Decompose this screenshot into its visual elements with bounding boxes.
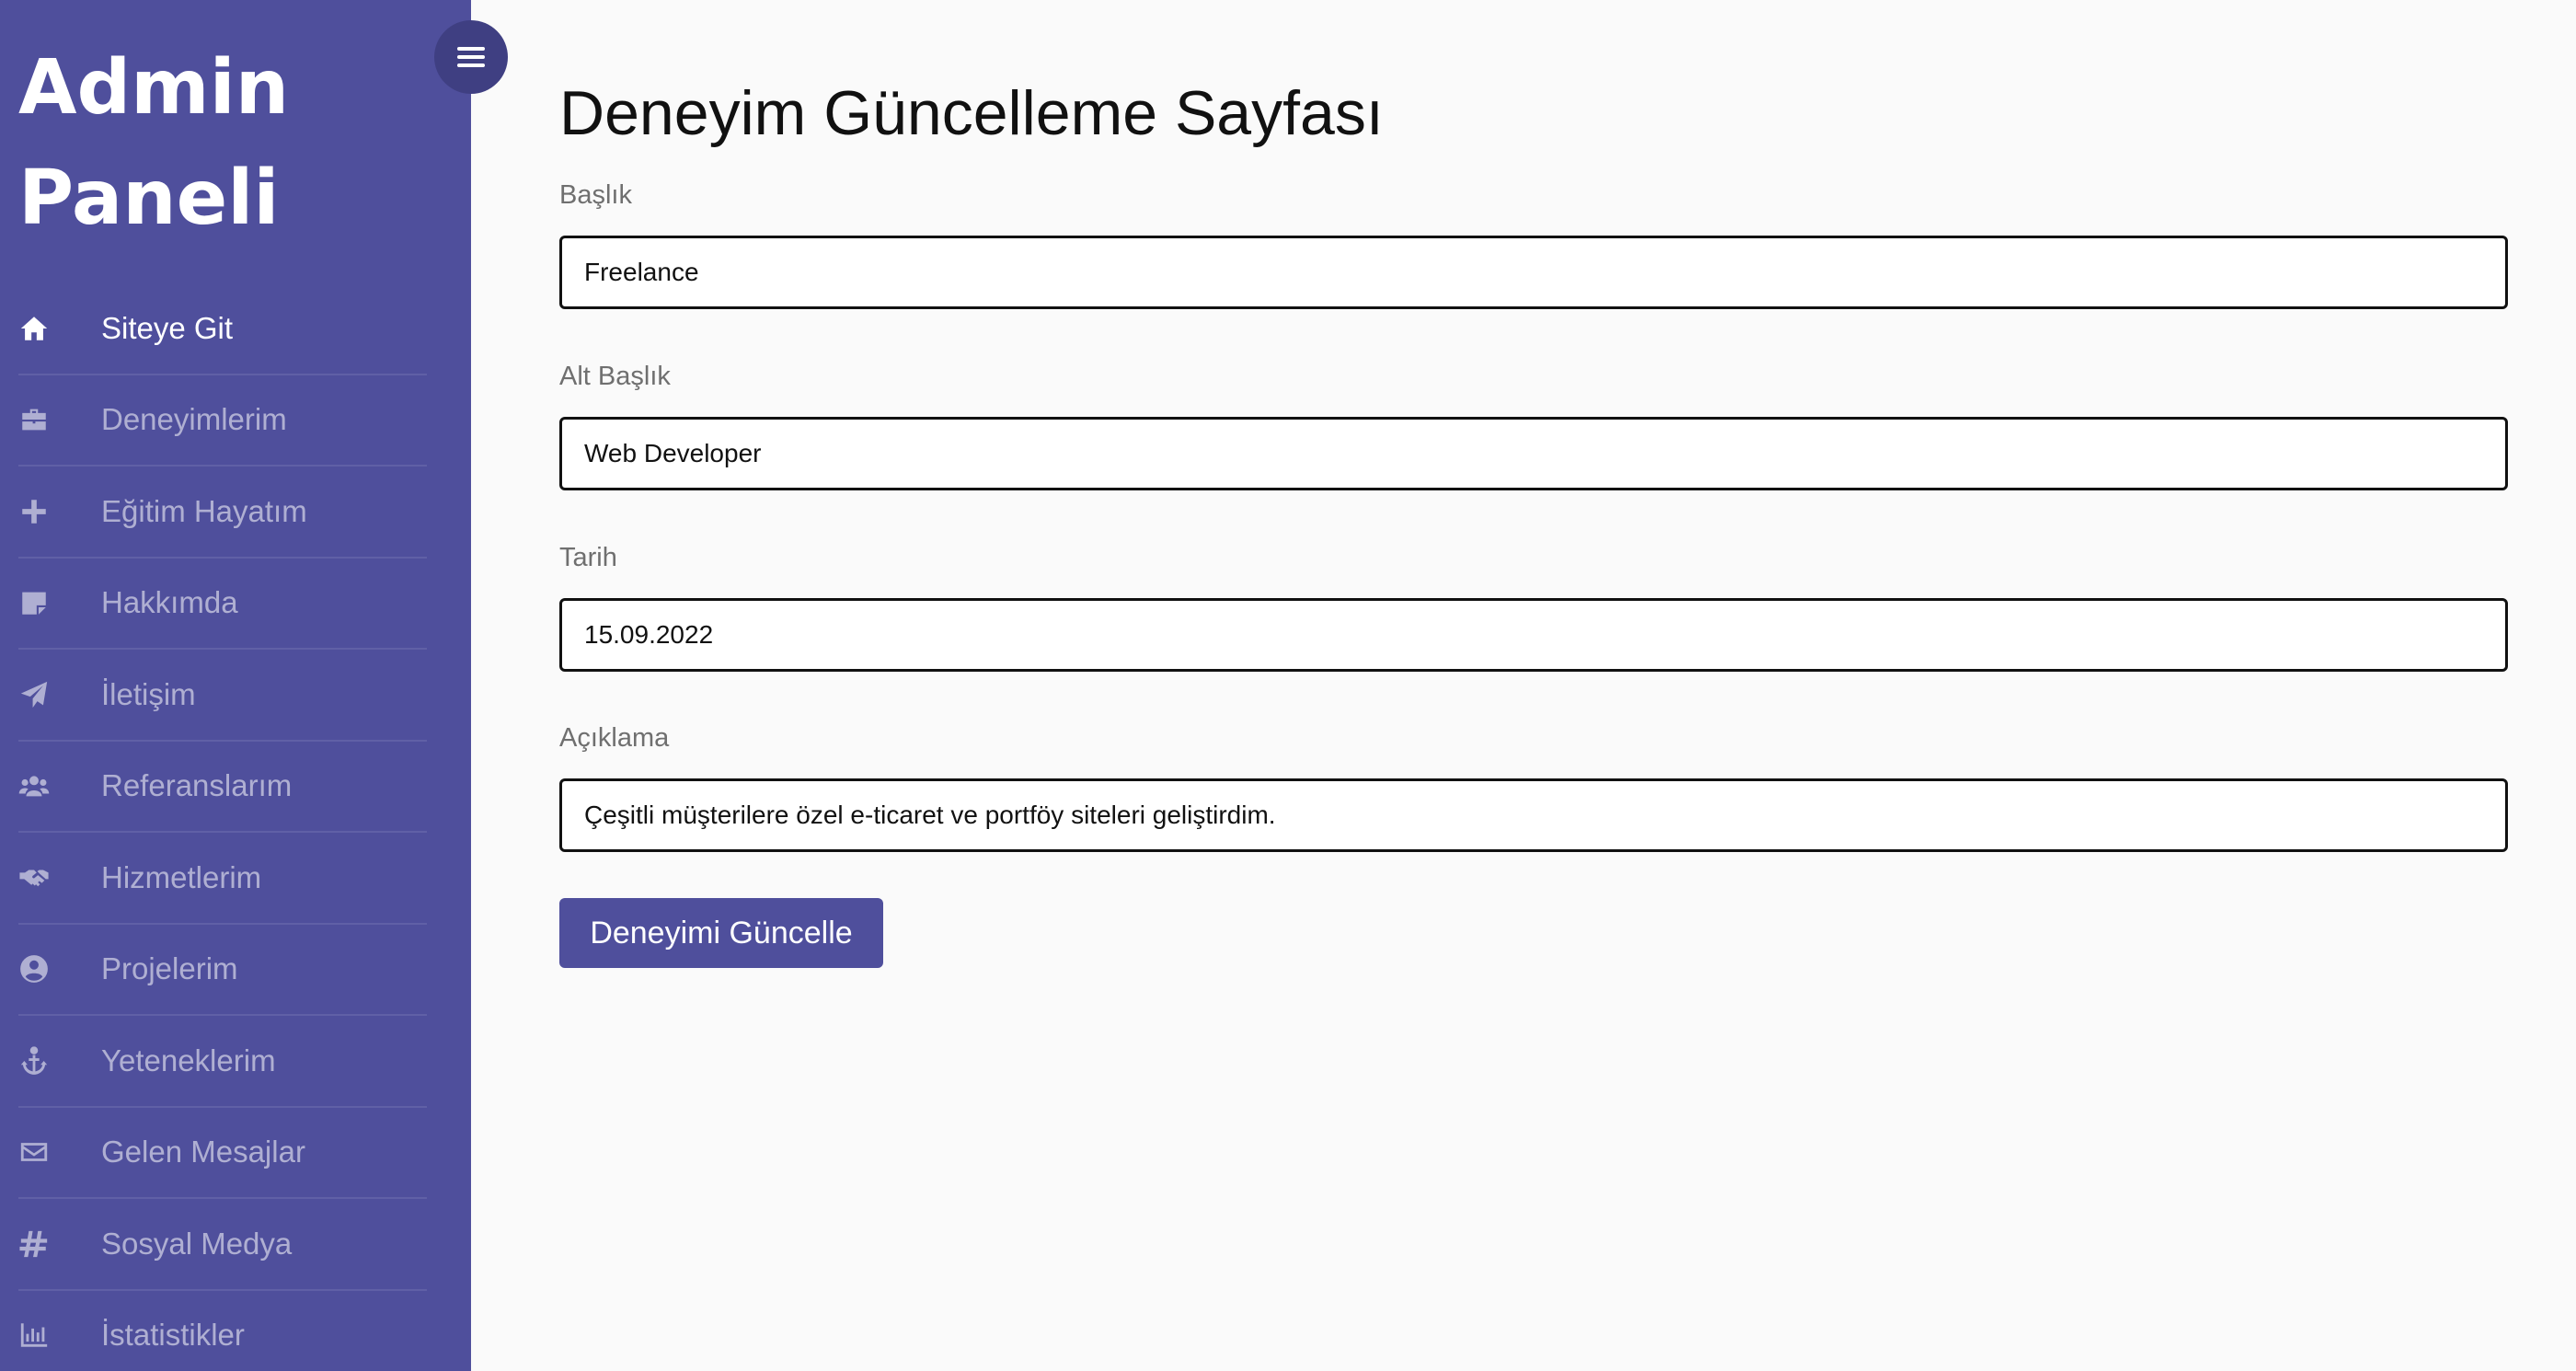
subtitle-input[interactable] bbox=[559, 417, 2508, 490]
sidebar-item-deneyimlerim[interactable]: Deneyimlerim bbox=[18, 375, 427, 467]
subtitle-label: Alt Başlık bbox=[559, 362, 671, 391]
sidebar-item-label: Deneyimlerim bbox=[101, 402, 287, 437]
sidebar-item-gelen-mesajlar[interactable]: Gelen Mesajlar bbox=[18, 1108, 427, 1199]
paper-plane-icon bbox=[18, 679, 50, 710]
sidebar-item-projelerim[interactable]: Projelerim bbox=[18, 925, 427, 1016]
sidebar-item-label: İstatistikler bbox=[101, 1318, 245, 1353]
brand-line-1: Admin bbox=[18, 44, 290, 132]
sidebar-item-sosyal-medya[interactable]: Sosyal Medya bbox=[18, 1199, 427, 1291]
title-label: Başlık bbox=[559, 180, 632, 210]
bars-icon bbox=[457, 47, 485, 67]
sticky-note-icon bbox=[18, 587, 50, 618]
user-circle-icon bbox=[18, 953, 50, 985]
description-input[interactable] bbox=[559, 778, 2508, 852]
sidebar-item-label: Projelerim bbox=[101, 951, 238, 986]
hashtag-icon bbox=[18, 1228, 50, 1260]
date-label: Tarih bbox=[559, 543, 617, 572]
page-title: Deneyim Güncelleme Sayfası bbox=[559, 78, 1384, 148]
sidebar-item-yeteneklerim[interactable]: Yeteneklerim bbox=[18, 1016, 427, 1108]
sidebar-item-hizmetlerim[interactable]: Hizmetlerim bbox=[18, 833, 427, 925]
sidebar-item-siteye-git[interactable]: Siteye Git bbox=[18, 283, 427, 375]
home-icon bbox=[18, 313, 50, 344]
sidebar-item-label: Referanslarım bbox=[101, 768, 293, 803]
sidebar-toggle-button[interactable] bbox=[434, 20, 508, 94]
sidebar-nav: Siteye Git Deneyimlerim Eğitim Hayatım H… bbox=[18, 283, 427, 1371]
update-experience-button[interactable]: Deneyimi Güncelle bbox=[559, 898, 883, 968]
sidebar-item-label: Hizmetlerim bbox=[101, 859, 262, 894]
sidebar-item-label: Yeteneklerim bbox=[101, 1043, 276, 1077]
sidebar-item-label: İletişim bbox=[101, 676, 196, 711]
sidebar-item-referanslarim[interactable]: Referanslarım bbox=[18, 742, 427, 833]
sidebar-item-iletisim[interactable]: İletişim bbox=[18, 650, 427, 742]
plus-icon bbox=[18, 496, 50, 527]
envelope-icon bbox=[18, 1136, 50, 1168]
brand-title: Admin Paneli bbox=[18, 33, 289, 254]
handshake-icon bbox=[18, 862, 50, 893]
sidebar-item-hakkimda[interactable]: Hakkımda bbox=[18, 559, 427, 650]
description-label: Açıklama bbox=[559, 723, 670, 753]
sidebar: Admin Paneli Siteye Git Deneyimlerim Eği… bbox=[0, 0, 471, 1371]
sidebar-item-istatistikler[interactable]: İstatistikler bbox=[18, 1291, 427, 1371]
bar-chart-icon bbox=[18, 1319, 50, 1351]
sidebar-item-label: Eğitim Hayatım bbox=[101, 493, 307, 528]
sidebar-item-egitim-hayatim[interactable]: Eğitim Hayatım bbox=[18, 467, 427, 559]
sidebar-item-label: Gelen Mesajlar bbox=[101, 1135, 305, 1169]
sidebar-item-label: Hakkımda bbox=[101, 585, 238, 620]
users-icon bbox=[18, 770, 50, 801]
briefcase-icon bbox=[18, 404, 50, 435]
anchor-icon bbox=[18, 1045, 50, 1077]
brand-line-2: Paneli bbox=[18, 155, 280, 242]
date-input[interactable] bbox=[559, 598, 2508, 672]
title-input[interactable] bbox=[559, 236, 2508, 309]
sidebar-item-label: Siteye Git bbox=[101, 310, 234, 345]
sidebar-item-label: Sosyal Medya bbox=[101, 1226, 293, 1261]
